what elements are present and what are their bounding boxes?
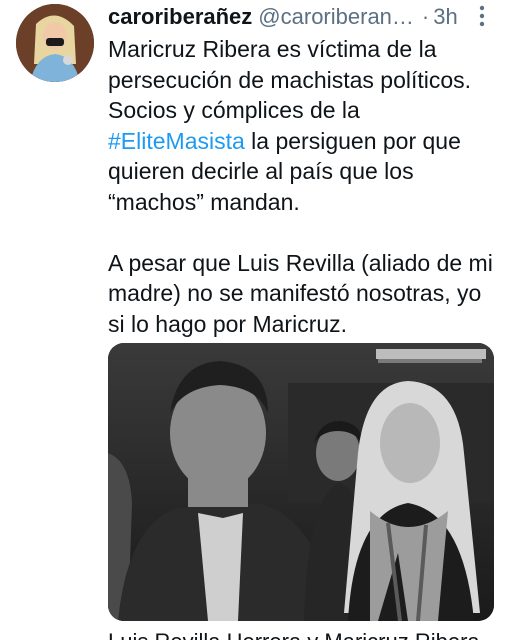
text-line: persecución de machistas políticos. bbox=[108, 66, 472, 93]
tweet-text: Maricruz Ribera es víctima de la persecu… bbox=[108, 34, 503, 339]
text-line: “machos” mandan. bbox=[108, 188, 300, 215]
separator-dot: · bbox=[421, 4, 430, 29]
display-name[interactable]: caroriberañez bbox=[108, 4, 252, 30]
more-vertical-icon[interactable] bbox=[471, 2, 493, 30]
text-line: madre) no se manifestó nosotras, yo bbox=[108, 280, 482, 306]
text-fragment: la persiguen por que bbox=[244, 127, 461, 154]
tweet-header: caroriberañez @caroriberan… · 3h bbox=[108, 2, 493, 32]
avatar[interactable] bbox=[16, 4, 94, 82]
text-line: Socios y cómplices de la bbox=[108, 97, 360, 123]
hashtag-link[interactable]: #EliteMasista bbox=[108, 128, 245, 154]
tweet-photo[interactable] bbox=[108, 343, 494, 621]
tweet[interactable]: caroriberañez @caroriberan… · 3h Maricru… bbox=[0, 0, 511, 640]
media-caption[interactable]: Luis Revilla Herrera y Maricruz Ribera bbox=[108, 630, 503, 640]
timestamp[interactable]: 3h bbox=[433, 4, 457, 30]
text-line: A pesar que Luis Revilla (aliado de mi bbox=[108, 249, 493, 276]
text-line: quieren decirle al país que los bbox=[108, 158, 414, 184]
user-handle[interactable]: @caroriberan… bbox=[258, 4, 414, 30]
text-line: Maricruz Ribera es víctima de la bbox=[108, 36, 437, 62]
text-line: si lo hago por Maricruz. bbox=[108, 310, 348, 337]
text-line: #EliteMasista la persiguen por que bbox=[108, 126, 503, 157]
